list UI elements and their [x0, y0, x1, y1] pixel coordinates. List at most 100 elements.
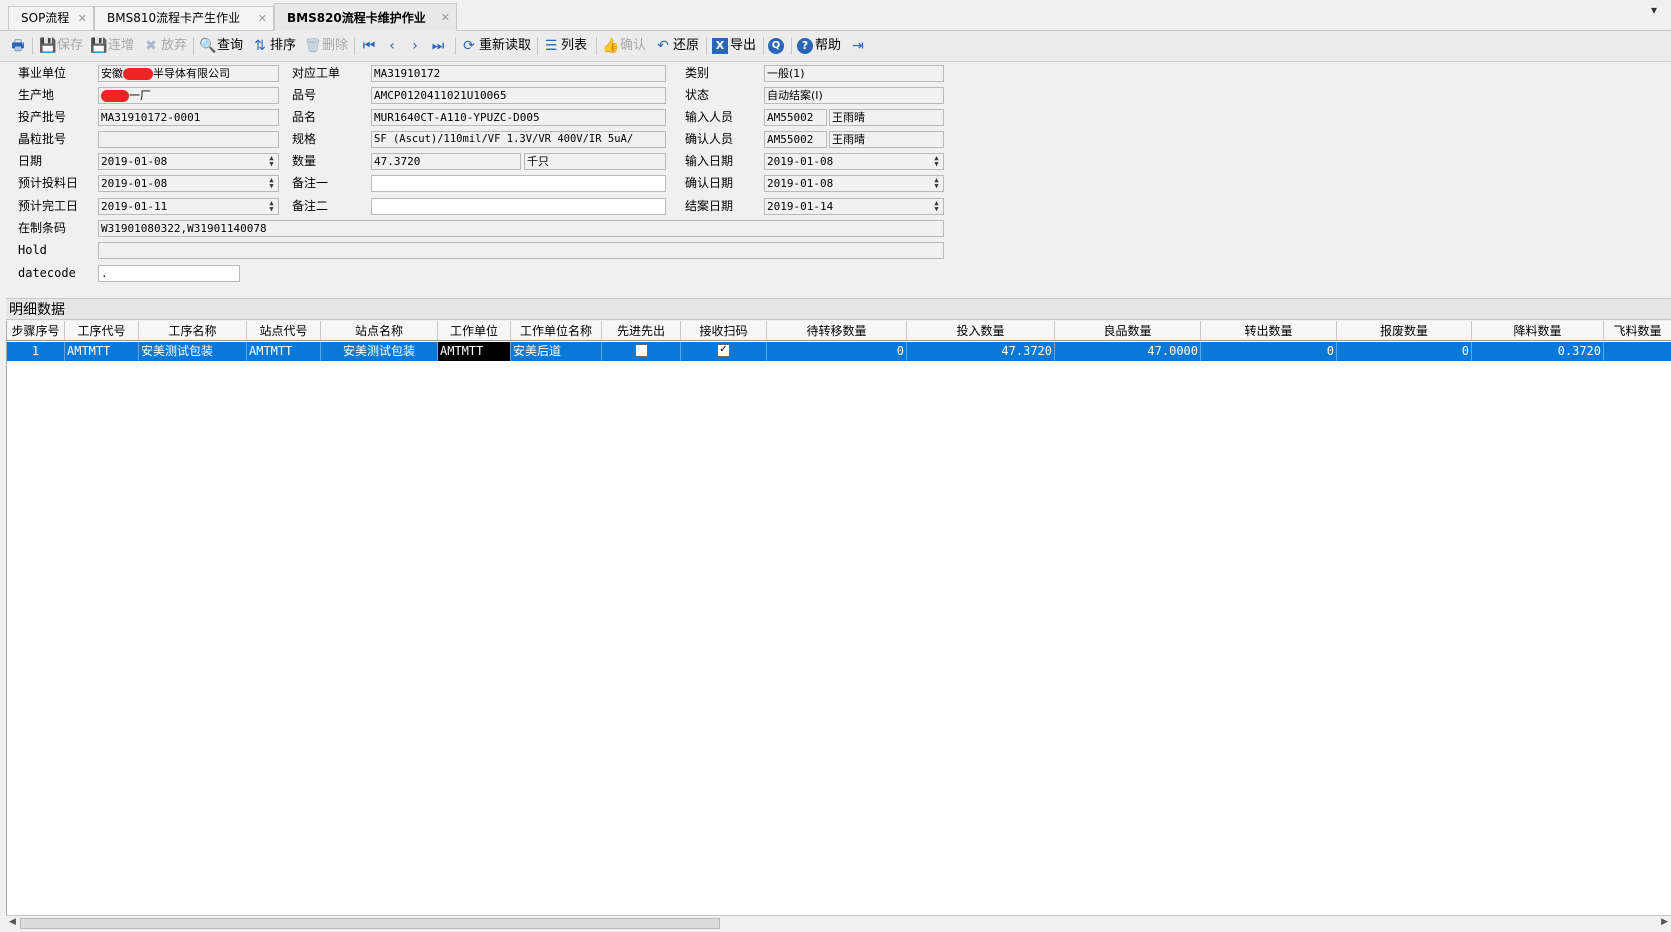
scrollbar-thumb[interactable]: [20, 918, 720, 929]
status-field[interactable]: 自动结案(I): [764, 87, 944, 104]
remark1-field[interactable]: [371, 175, 666, 192]
spec-field[interactable]: SF (Ascut)/110mil/VF 1.3V/VR 400V/IR 5uA…: [371, 131, 666, 148]
remark2-field[interactable]: [371, 198, 666, 215]
cell-work-unit[interactable]: AMTMTT: [438, 342, 511, 361]
column-header[interactable]: 接收扫码: [681, 321, 767, 341]
export-button[interactable]: X 导出: [712, 35, 756, 57]
fifo-checkbox[interactable]: [634, 344, 648, 357]
production-site-field[interactable]: 一厂: [98, 87, 279, 104]
tab-bms820[interactable]: BMS820流程卡维护作业 ✕: [274, 3, 457, 31]
cell-downgrade[interactable]: 0.3720: [1472, 342, 1604, 361]
column-header[interactable]: 转出数量: [1201, 321, 1337, 341]
cell-work-unit-name[interactable]: 安美后道: [511, 342, 602, 361]
cell-good[interactable]: 47.0000: [1055, 342, 1201, 361]
cell-op-name[interactable]: 安美测试包装: [139, 342, 247, 361]
exit-button[interactable]: ⇥: [850, 35, 866, 57]
cell-fly[interactable]: [1604, 342, 1671, 361]
column-header[interactable]: 工作单位: [438, 321, 511, 341]
spinner-icon[interactable]: ▲ ▼: [931, 200, 942, 213]
restore-window-icon[interactable]: ▾: [1651, 3, 1657, 17]
spinner-icon[interactable]: ▲ ▼: [266, 155, 277, 168]
scroll-right-icon[interactable]: ▶: [1661, 917, 1668, 927]
cell-out[interactable]: 0: [1201, 342, 1337, 361]
column-header[interactable]: 良品数量: [1055, 321, 1201, 341]
part-no-field[interactable]: AMCP0120411021U10065: [371, 87, 666, 104]
column-header[interactable]: 报废数量: [1337, 321, 1472, 341]
help-button[interactable]: ? 帮助: [797, 35, 841, 57]
restore-button[interactable]: ↶ 还原: [655, 35, 699, 57]
column-header[interactable]: 飞料数量: [1604, 321, 1671, 341]
cell-scan[interactable]: ✓: [681, 342, 767, 361]
first-record-button[interactable]: ⏮: [361, 35, 377, 57]
spinner-icon[interactable]: ▲ ▼: [266, 177, 277, 190]
spinner-icon[interactable]: ▲ ▼: [931, 155, 942, 168]
list-button[interactable]: ☰ 列表: [543, 35, 587, 57]
save-button[interactable]: 💾 保存: [39, 35, 83, 57]
search-query-button[interactable]: Q: [768, 35, 784, 57]
column-header[interactable]: 站点名称: [321, 321, 438, 341]
cell-scrap[interactable]: 0: [1337, 342, 1472, 361]
close-date-field[interactable]: 2019-01-14 ▲ ▼: [764, 198, 944, 215]
wip-barcode-label: 在制条码: [18, 221, 67, 235]
spinner-icon[interactable]: ▲ ▼: [931, 177, 942, 190]
close-icon[interactable]: ✕: [78, 7, 87, 30]
input-user-name-field[interactable]: 王雨晴: [829, 109, 944, 126]
plan-feed-date-field[interactable]: 2019-01-08 ▲ ▼: [98, 175, 279, 192]
cell-step[interactable]: 1: [7, 342, 65, 361]
print-button[interactable]: 🖶: [10, 35, 26, 57]
column-header[interactable]: 待转移数量: [767, 321, 907, 341]
confirm-user-id-field[interactable]: AM55002: [764, 131, 827, 148]
quantity-field[interactable]: 47.3720: [371, 153, 521, 170]
tab-sop[interactable]: SOP流程 ✕: [8, 6, 94, 30]
wafer-lot-field[interactable]: [98, 131, 279, 148]
confirm-user-name-field[interactable]: 王雨晴: [829, 131, 944, 148]
scroll-left-icon[interactable]: ◀: [9, 917, 16, 927]
part-name-field[interactable]: MUR1640CT-A110-YPUZC-D005: [371, 109, 666, 126]
close-icon[interactable]: ✕: [258, 7, 267, 30]
cell-station-name[interactable]: 安美测试包装: [321, 342, 438, 361]
work-order-field[interactable]: MA31910172: [371, 65, 666, 82]
column-header[interactable]: 降料数量: [1472, 321, 1604, 341]
confirm-button[interactable]: 👍 确认: [602, 35, 646, 57]
date-field[interactable]: 2019-01-08 ▲ ▼: [98, 153, 279, 170]
continue-add-button[interactable]: 💾 连增: [90, 35, 134, 57]
category-field[interactable]: 一般(1): [764, 65, 944, 82]
column-header[interactable]: 工作单位名称: [511, 321, 602, 341]
spinner-icon[interactable]: ▲ ▼: [266, 200, 277, 213]
discard-button[interactable]: ✖ 放弃: [143, 35, 187, 57]
delete-button[interactable]: 🗑 删除: [304, 35, 348, 57]
column-header[interactable]: 工序名称: [139, 321, 247, 341]
reload-button[interactable]: ⟳ 重新读取: [461, 35, 531, 57]
confirm-date-field[interactable]: 2019-01-08 ▲ ▼: [764, 175, 944, 192]
prev-record-button[interactable]: ‹: [384, 35, 400, 57]
last-record-button[interactable]: ⏭: [430, 35, 446, 57]
cell-fifo[interactable]: [602, 342, 681, 361]
cell-station-code[interactable]: AMTMTT: [247, 342, 321, 361]
column-header[interactable]: 工序代号: [65, 321, 139, 341]
column-header[interactable]: 步骤序号: [7, 321, 65, 341]
column-header[interactable]: 站点代号: [247, 321, 321, 341]
cell-op-code[interactable]: AMTMTT: [65, 342, 139, 361]
lot-no-field[interactable]: MA31910172-0001: [98, 109, 279, 126]
cell-input[interactable]: 47.3720: [907, 342, 1055, 361]
column-header[interactable]: 先进先出: [602, 321, 681, 341]
business-unit-field[interactable]: 安徽 半导体有限公司: [98, 65, 279, 82]
quantity-unit-field[interactable]: 千只: [524, 153, 666, 170]
table-row[interactable]: 1 AMTMTT 安美测试包装 AMTMTT 安美测试包装 AMTMTT 安美后…: [7, 342, 1671, 361]
plan-done-date-field[interactable]: 2019-01-11 ▲ ▼: [98, 198, 279, 215]
datecode-field[interactable]: .: [98, 265, 240, 282]
save-icon: 💾: [39, 38, 57, 54]
sort-button[interactable]: ⇅ 排序: [252, 35, 296, 57]
hold-field[interactable]: [98, 242, 944, 259]
query-button[interactable]: 🔍 查询: [199, 35, 243, 57]
wip-barcode-field[interactable]: W31901080322,W31901140078: [98, 220, 944, 237]
next-record-button[interactable]: ›: [407, 35, 423, 57]
horizontal-scrollbar[interactable]: ◀ ▶: [6, 915, 1671, 932]
scan-checkbox[interactable]: ✓: [717, 344, 730, 357]
input-date-field[interactable]: 2019-01-08 ▲ ▼: [764, 153, 944, 170]
cell-pending[interactable]: 0: [767, 342, 907, 361]
column-header[interactable]: 投入数量: [907, 321, 1055, 341]
tab-bms810[interactable]: BMS810流程卡产生作业 ✕: [94, 6, 274, 30]
input-user-id-field[interactable]: AM55002: [764, 109, 827, 126]
close-icon[interactable]: ✕: [441, 4, 450, 32]
